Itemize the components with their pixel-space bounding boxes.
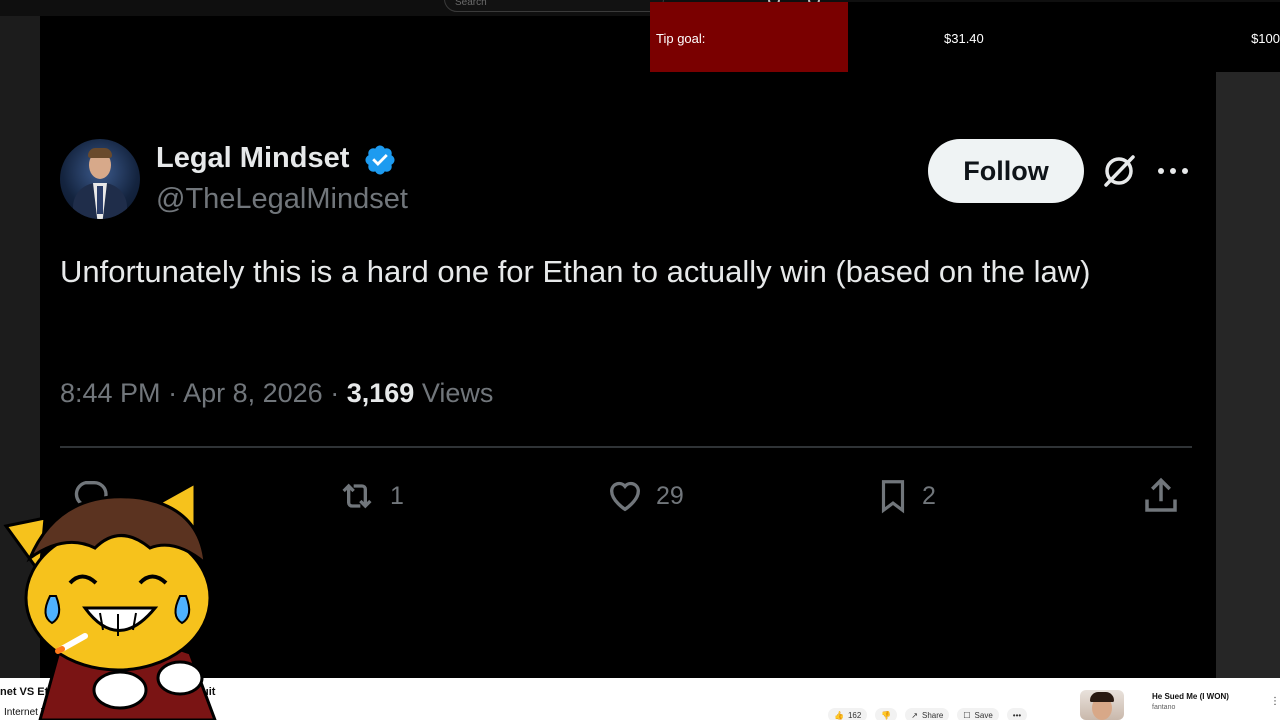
video-more-button[interactable]: ••• [1006, 708, 1028, 720]
retweet-icon [342, 483, 372, 509]
like-button[interactable]: 29 [604, 474, 684, 518]
dislike-video-button[interactable]: 👎 [875, 708, 898, 720]
share-button[interactable] [1140, 474, 1182, 518]
tweet-text: Unfortunately this is a hard one for Eth… [60, 254, 1091, 289]
like-video-button[interactable]: 👍 162 [828, 708, 868, 720]
tip-goal-target: $100 [1251, 31, 1280, 46]
grok-icon[interactable] [1100, 152, 1138, 190]
retweet-button[interactable]: 1 [334, 474, 404, 518]
bookmark-count: 2 [922, 481, 936, 510]
tweet-meta: 8:44 PM · Apr 8, 2026 · 3,169 Views [60, 378, 493, 409]
bookmark-button[interactable]: 2 [874, 474, 936, 518]
recommended-title[interactable]: He Sued Me (I WON) [1152, 692, 1229, 701]
verified-badge-icon [365, 145, 395, 175]
search-placeholder: Search [455, 0, 487, 8]
tweet-date[interactable]: Apr 8, 2026 [183, 378, 323, 408]
share-label: Share [922, 710, 944, 720]
thumbs-up-icon: 👍 [834, 710, 844, 720]
thumbs-down-icon: 👎 [881, 710, 892, 720]
tweet-time[interactable]: 8:44 PM [60, 378, 161, 408]
share-icon [1145, 477, 1177, 512]
share-video-button[interactable]: ↗ Share [905, 708, 950, 720]
video-actions: 👍 162 👎 ↗ Share ☐ Save ••• [828, 708, 1028, 720]
views-label: Views [421, 378, 494, 408]
save-icon: ☐ [963, 710, 971, 720]
save-label: Save [974, 710, 993, 720]
bookmark-icon [881, 480, 905, 514]
search-bar[interactable]: Search [444, 0, 664, 12]
avatar[interactable] [60, 139, 140, 219]
more-options-icon[interactable] [1156, 160, 1190, 182]
cat-mascot-sticker [3, 480, 217, 720]
user-handle[interactable]: @TheLegalMindset [156, 183, 408, 216]
views-count: 3,169 [346, 378, 415, 408]
tip-goal-current: $31.40 [944, 31, 984, 46]
more-dots-icon: ••• [1012, 710, 1022, 720]
meta-separator: · [330, 378, 340, 408]
recommended-channel: fantano [1152, 704, 1176, 711]
retweet-count: 1 [390, 481, 404, 510]
heart-icon [609, 481, 641, 512]
follow-button[interactable]: Follow [928, 139, 1084, 203]
tip-goal-label: Tip goal: [656, 31, 706, 46]
tip-goal-bar: Tip goal: $31.40 $100 [650, 2, 1280, 72]
save-video-button[interactable]: ☐ Save [957, 708, 999, 720]
like-count: 29 [656, 481, 684, 510]
video-like-count: 162 [847, 710, 862, 720]
display-name[interactable]: Legal Mindset [156, 142, 349, 175]
right-gutter [1216, 70, 1280, 678]
meta-separator: · [168, 378, 178, 408]
recommended-more-icon[interactable]: ⋮ [1270, 696, 1280, 707]
share-arrow-icon: ↗ [911, 710, 918, 720]
recommended-thumbnail[interactable] [1080, 690, 1124, 720]
divider [60, 446, 1192, 448]
